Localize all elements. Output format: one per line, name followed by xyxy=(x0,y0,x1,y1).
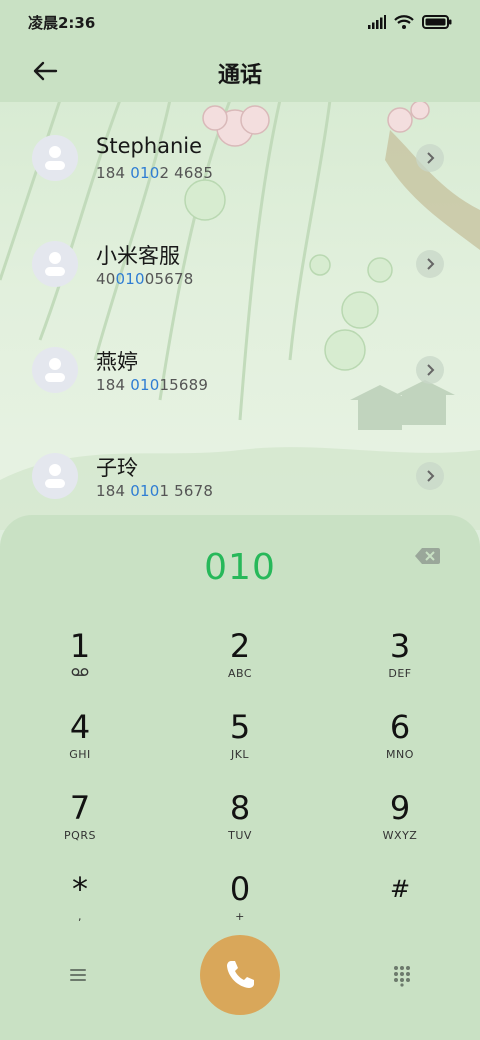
dial-key-5[interactable]: 5 JKL xyxy=(180,708,300,778)
status-icons xyxy=(368,15,452,29)
key-digit: 8 xyxy=(229,789,251,827)
number-match: 010 xyxy=(130,164,160,182)
number-prefix: 40 xyxy=(96,270,116,288)
key-digit: 2 xyxy=(229,627,251,665)
contact-item[interactable]: Stephanie 184 0102 4685 xyxy=(0,110,480,210)
status-time: 凌晨2:36 xyxy=(28,13,96,32)
contact-detail-button[interactable] xyxy=(416,462,444,490)
person-icon xyxy=(45,146,65,170)
key-digit: 5 xyxy=(229,708,251,746)
status-bar: 凌晨2:36 xyxy=(0,0,480,44)
dial-key-9[interactable]: 9 WXYZ xyxy=(340,789,460,859)
dialpad-grid-icon xyxy=(394,966,410,987)
contact-name: 燕婷 xyxy=(96,350,138,374)
number-match: 010 xyxy=(130,482,160,500)
key-sub: + xyxy=(235,910,245,923)
key-digit: * xyxy=(72,870,88,908)
key-digit: 3 xyxy=(389,627,411,665)
person-icon xyxy=(45,252,65,276)
back-button[interactable] xyxy=(30,56,60,86)
number-suffix: 15689 xyxy=(159,376,209,394)
key-digit: 7 xyxy=(69,789,91,827)
dial-key-0[interactable]: 0 + xyxy=(180,870,300,940)
dial-key-star[interactable]: * , xyxy=(20,870,140,940)
dial-key-hash[interactable]: # xyxy=(340,870,460,940)
contact-name: Stephanie xyxy=(96,134,203,158)
voicemail-icon xyxy=(71,668,89,676)
dial-key-3[interactable]: 3 DEF xyxy=(340,627,460,697)
dial-key-4[interactable]: 4 GHI xyxy=(20,708,140,778)
dialed-number[interactable]: 010 xyxy=(0,547,480,588)
key-digit: 9 xyxy=(389,789,411,827)
menu-icon xyxy=(70,969,86,981)
key-sub: TUV xyxy=(228,829,252,842)
dialpad-toggle-button[interactable] xyxy=(390,963,414,987)
number-prefix: 184 xyxy=(96,482,131,500)
chevron-right-icon xyxy=(427,258,435,270)
chevron-right-icon xyxy=(427,152,435,164)
battery-icon xyxy=(422,15,452,29)
contact-name: 小米客服 xyxy=(96,244,180,268)
key-sub: WXYZ xyxy=(382,829,418,842)
contact-detail-button[interactable] xyxy=(416,250,444,278)
wifi-icon xyxy=(394,15,414,29)
avatar xyxy=(32,453,78,499)
avatar xyxy=(32,135,78,181)
person-icon xyxy=(45,358,65,382)
contact-item[interactable]: 子玲 184 0101 5678 xyxy=(0,428,480,528)
key-sub: PQRS xyxy=(64,829,96,842)
contact-item[interactable]: 小米客服 4001005678 xyxy=(0,216,480,316)
menu-button[interactable] xyxy=(66,963,90,987)
backspace-icon xyxy=(415,548,440,564)
number-suffix: 2 4685 xyxy=(159,164,214,182)
key-digit: 1 xyxy=(69,627,91,665)
dial-key-2[interactable]: 2 ABC xyxy=(180,627,300,697)
number-prefix: 184 xyxy=(96,164,131,182)
avatar xyxy=(32,241,78,287)
key-digit: 4 xyxy=(69,708,91,746)
key-digit: 0 xyxy=(229,870,251,908)
chevron-right-icon xyxy=(427,364,435,376)
contact-number: 184 01015689 xyxy=(96,376,208,394)
key-sub: ABC xyxy=(227,667,253,680)
key-digit: # xyxy=(389,875,411,903)
number-prefix: 184 xyxy=(96,376,131,394)
contact-detail-button[interactable] xyxy=(416,356,444,384)
key-sub: GHI xyxy=(69,748,91,761)
page-title: 通话 xyxy=(217,63,262,88)
contact-number: 184 0101 5678 xyxy=(96,482,213,500)
key-sub: DEF xyxy=(388,667,412,680)
number-match: 010 xyxy=(130,376,160,394)
dial-key-1[interactable]: 1 xyxy=(20,627,140,697)
arrow-left-icon xyxy=(33,61,58,81)
app-header: 通话 xyxy=(0,44,480,102)
dial-key-6[interactable]: 6 MNO xyxy=(340,708,460,778)
number-suffix: 1 5678 xyxy=(159,482,214,500)
key-digit: 6 xyxy=(389,708,411,746)
key-sub xyxy=(20,667,140,680)
key-sub: JKL xyxy=(230,748,250,761)
phone-icon xyxy=(227,961,254,988)
number-match: 010 xyxy=(115,270,145,288)
avatar xyxy=(32,347,78,393)
key-sub: MNO xyxy=(386,748,414,761)
contact-number: 4001005678 xyxy=(96,270,193,288)
number-suffix: 05678 xyxy=(144,270,194,288)
contact-number: 184 0102 4685 xyxy=(96,164,213,182)
signal-icon xyxy=(368,15,386,29)
chevron-right-icon xyxy=(427,470,435,482)
contact-detail-button[interactable] xyxy=(416,144,444,172)
dial-key-7[interactable]: 7 PQRS xyxy=(20,789,140,859)
backspace-button[interactable] xyxy=(414,547,440,565)
key-sub: , xyxy=(78,910,82,923)
dialpad-panel: 010 1 2 ABC 3 DEF 4 GHI 5 JKL 6 MNO 7 PQ… xyxy=(0,515,480,1040)
person-icon xyxy=(45,464,65,488)
contact-item[interactable]: 燕婷 184 01015689 xyxy=(0,322,480,422)
contact-name: 子玲 xyxy=(96,456,138,480)
call-button[interactable] xyxy=(200,935,280,1015)
dial-key-8[interactable]: 8 TUV xyxy=(180,789,300,859)
